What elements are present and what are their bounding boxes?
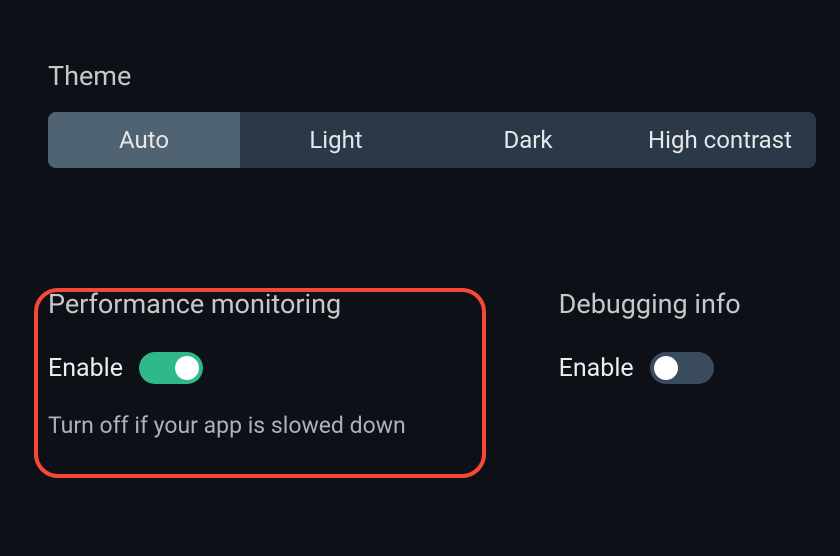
- performance-monitoring-title: Performance monitoring: [48, 288, 459, 320]
- debugging-info-section: Debugging info Enable: [559, 288, 792, 439]
- theme-segmented-control: Auto Light Dark High contrast: [48, 112, 816, 168]
- debugging-info-title: Debugging info: [559, 288, 792, 320]
- performance-enable-label: Enable: [48, 354, 123, 383]
- performance-enable-toggle[interactable]: [139, 352, 203, 384]
- toggle-knob: [654, 356, 678, 380]
- performance-monitoring-section: Performance monitoring Enable Turn off i…: [48, 288, 459, 439]
- theme-option-auto[interactable]: Auto: [48, 112, 240, 168]
- theme-section: Theme Auto Light Dark High contrast: [48, 60, 792, 168]
- theme-title: Theme: [48, 60, 792, 92]
- theme-option-dark[interactable]: Dark: [432, 112, 624, 168]
- debugging-enable-toggle[interactable]: [650, 352, 714, 384]
- performance-helper-text: Turn off if your app is slowed down: [48, 412, 459, 439]
- debugging-enable-label: Enable: [559, 354, 634, 383]
- theme-option-light[interactable]: Light: [240, 112, 432, 168]
- toggle-knob: [175, 356, 199, 380]
- theme-option-high-contrast[interactable]: High contrast: [624, 112, 816, 168]
